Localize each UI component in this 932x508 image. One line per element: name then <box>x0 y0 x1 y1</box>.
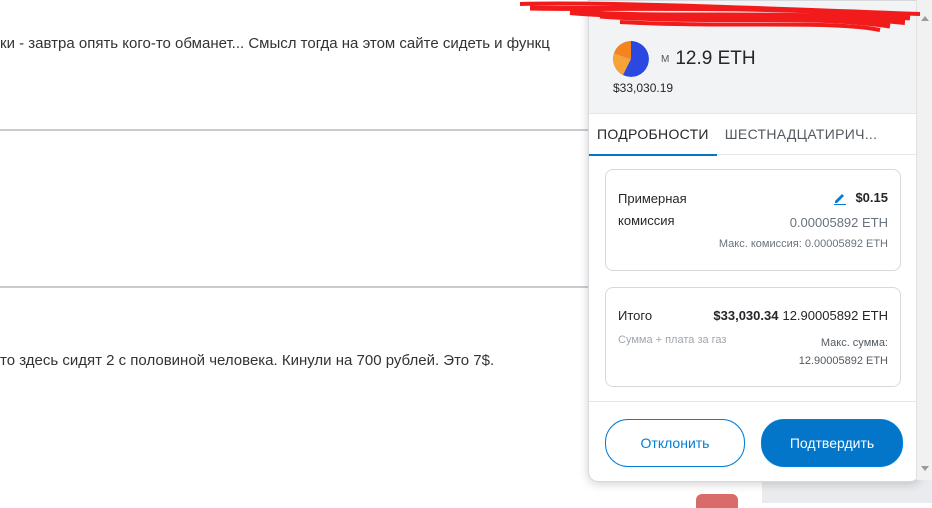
confirm-button[interactable]: Подтвердить <box>761 419 903 467</box>
tab-details[interactable]: ПОДРОБНОСТИ <box>589 114 717 156</box>
wallet-confirmation-popup: M 12.9 ETH $33,030.19 ПОДРОБНОСТИ ШЕСТНА… <box>588 0 920 482</box>
total-usd-value: $33,030.34 <box>713 308 779 323</box>
fee-usd-value: $0.15 <box>855 190 888 205</box>
fee-usd: $0.15 <box>833 190 888 205</box>
red-button-fragment[interactable] <box>696 494 738 508</box>
total-max: Макс. сумма: 12.90005892 ETH <box>799 334 888 370</box>
reject-button[interactable]: Отклонить <box>605 419 745 467</box>
total-eth-value: 12.90005892 ETH <box>782 308 888 323</box>
scroll-up-arrow-icon[interactable] <box>921 16 929 21</box>
tab-hex[interactable]: ШЕСТНАДЦАТИРИЧ... <box>717 114 885 154</box>
scroll-down-arrow-icon[interactable] <box>921 466 929 471</box>
divider <box>0 286 620 288</box>
total-subtitle: Сумма + плата за газ <box>618 334 727 346</box>
tab-bar: ПОДРОБНОСТИ ШЕСТНАДЦАТИРИЧ... <box>589 114 919 156</box>
comment-text-2: то здесь сидят 2 с половиной человека. К… <box>0 352 495 369</box>
total-label: Итого <box>618 308 653 323</box>
total-value: $33,030.34 12.90005892 ETH <box>713 308 888 323</box>
comment-text-1: ки - завтра опять кого-то обманет... Смы… <box>0 35 550 52</box>
total-card: Итого $33,030.34 12.90005892 ETH Сумма + … <box>605 287 901 387</box>
wallet-header: M 12.9 ETH $33,030.19 <box>589 1 919 114</box>
fee-card: Примерная комиссия $0.15 0.00005892 ETH … <box>605 169 901 271</box>
divider <box>0 129 620 131</box>
fee-eth-value: 0.00005892 ETH <box>789 215 888 230</box>
account-row: M 12.9 ETH <box>613 41 756 77</box>
total-max-value: 12.90005892 ETH <box>798 355 888 367</box>
identicon-icon <box>613 41 649 77</box>
edit-pen-icon[interactable] <box>833 191 847 205</box>
usd-balance: $33,030.19 <box>613 81 674 95</box>
total-max-label: Макс. сумма: <box>820 337 888 349</box>
scrollbar[interactable] <box>916 0 932 480</box>
token-letter: M <box>661 53 670 65</box>
footer-divider <box>589 401 919 402</box>
token-balance: 12.9 ETH <box>675 48 756 69</box>
fee-label: Примерная комиссия <box>618 191 687 228</box>
fee-max-value: Макс. комиссия: 0.00005892 ETH <box>718 238 888 250</box>
